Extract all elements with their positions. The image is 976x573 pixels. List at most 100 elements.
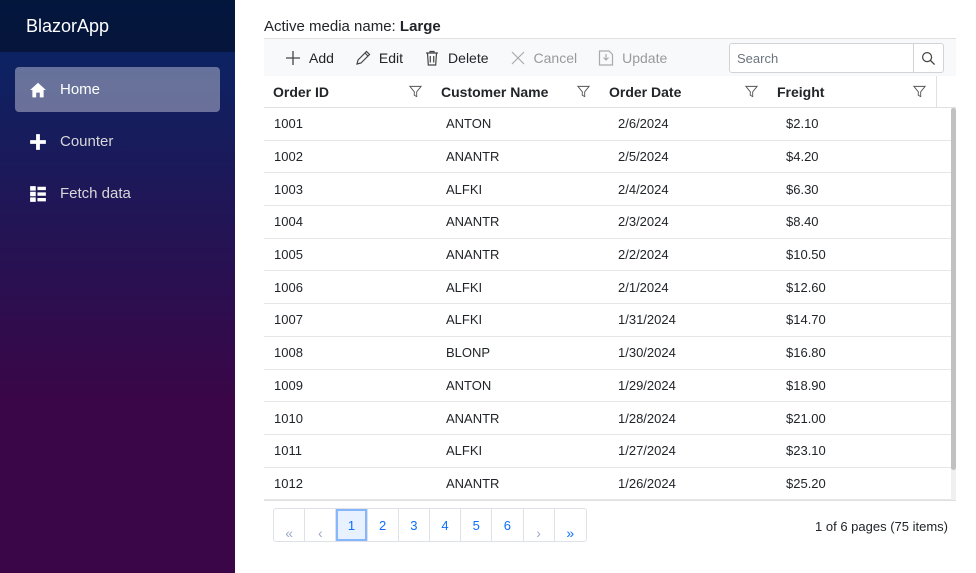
sidebar-header: BlazorApp (0, 0, 235, 52)
table-cell: 1005 (274, 247, 303, 263)
table-cell: 2/6/2024 (618, 116, 669, 132)
search-button[interactable] (913, 44, 943, 72)
page-button[interactable]: 5 (461, 509, 493, 541)
table-cell: 2/5/2024 (618, 149, 669, 165)
table-cell: 2/1/2024 (618, 279, 669, 295)
page-button[interactable]: 2 (368, 509, 399, 541)
scrollbar-thumb[interactable] (951, 108, 956, 470)
plus-icon (29, 133, 47, 151)
table-cell: 1002 (274, 149, 303, 165)
table-cell: 1011 (274, 443, 302, 459)
delete-button[interactable]: Delete (413, 39, 498, 77)
column-header-customer-name[interactable]: Customer Name (432, 76, 600, 108)
table-row[interactable]: 1001 ANTON 2/6/2024 $2.10 (264, 108, 956, 141)
table-cell: ALFKI (446, 279, 483, 295)
table-row[interactable]: 1007 ALFKI 1/31/2024 $14.70 (264, 304, 956, 337)
table-row[interactable]: 1004 ANANTR 2/3/2024 $8.40 (264, 206, 956, 239)
list-icon (29, 185, 47, 203)
table-cell: ALFKI (446, 181, 483, 197)
table-row[interactable]: 1009 ANTON 1/29/2024 $18.90 (264, 370, 956, 403)
data-grid: Add Edit Delete Cancel Update Search Ord… (264, 38, 956, 554)
table-row[interactable]: 1008 BLONP 1/30/2024 $16.80 (264, 337, 956, 370)
table-cell: $8.40 (786, 214, 819, 230)
table-cell: $12.60 (786, 279, 826, 295)
table-cell: $18.90 (786, 377, 826, 393)
sidebar-item-label: Home (60, 81, 101, 98)
table-cell: ANANTR (446, 247, 500, 263)
pager-buttons: « ‹ 1 2 3 4 5 6 › » (273, 508, 587, 542)
sidebar-item-counter[interactable]: Counter (15, 119, 220, 164)
table-cell: $2.10 (786, 116, 819, 132)
table-cell: 2/2/2024 (618, 247, 669, 263)
add-button[interactable]: Add (264, 39, 344, 77)
table-cell: 1001 (274, 116, 303, 132)
first-page-button[interactable]: « (274, 509, 306, 541)
next-page-button[interactable]: › (524, 509, 555, 541)
table-cell: 1004 (274, 214, 303, 230)
save-icon (599, 49, 614, 66)
search-input[interactable] (730, 44, 913, 72)
search-icon (921, 51, 936, 65)
filter-icon[interactable] (745, 85, 759, 99)
table-row[interactable]: 1011 ALFKI 1/27/2024 $23.10 (264, 435, 956, 468)
column-header-order-id[interactable]: Order ID (264, 76, 432, 108)
page-button[interactable]: 3 (399, 509, 430, 541)
cancel-button[interactable]: Cancel (499, 39, 588, 77)
grid-header: Order ID Customer Name Order Date Freigh… (264, 76, 956, 108)
table-cell: 1009 (274, 377, 303, 393)
update-button[interactable]: Update (587, 39, 677, 77)
table-row[interactable]: 1012 ANANTR 1/26/2024 $25.20 (264, 468, 956, 500)
table-cell: 1003 (274, 181, 303, 197)
table-cell: $21.00 (786, 410, 826, 426)
edit-button[interactable]: Edit (344, 39, 413, 77)
sidebar-item-fetch-data[interactable]: Fetch data (15, 171, 220, 216)
table-cell: 1/30/2024 (618, 345, 676, 361)
table-cell: 2/4/2024 (618, 181, 669, 197)
column-header-freight[interactable]: Freight (768, 76, 936, 108)
table-cell: $4.20 (786, 149, 819, 165)
pager-info: 1 of 6 pages (75 items) (815, 519, 948, 534)
search-box (729, 43, 944, 73)
table-cell: 1006 (274, 279, 303, 295)
edit-icon (356, 50, 371, 65)
page-button[interactable]: 1 (336, 509, 368, 541)
trash-icon (426, 50, 439, 66)
update-label: Update (622, 49, 668, 66)
table-cell: 1/26/2024 (618, 475, 676, 491)
table-cell: 1/27/2024 (618, 443, 676, 459)
table-cell: 1010 (274, 410, 303, 426)
page-button[interactable]: 4 (430, 509, 462, 541)
column-header-label: Customer Name (441, 84, 549, 100)
page-button[interactable]: 6 (492, 509, 524, 541)
brand-link[interactable]: BlazorApp (26, 16, 109, 37)
column-header-label: Freight (777, 84, 825, 100)
prev-page-button[interactable]: ‹ (305, 509, 337, 541)
table-cell: 1008 (274, 345, 303, 361)
column-header-label: Order ID (273, 84, 330, 100)
cancel-label: Cancel (533, 49, 578, 66)
filter-icon[interactable] (409, 85, 423, 99)
home-icon (29, 81, 47, 99)
table-row[interactable]: 1002 ANANTR 2/5/2024 $4.20 (264, 141, 956, 174)
nav-menu: Home Counter Fetch data (0, 52, 235, 216)
table-row[interactable]: 1006 ALFKI 2/1/2024 $12.60 (264, 271, 956, 305)
sidebar-item-home[interactable]: Home (15, 67, 220, 112)
table-row[interactable]: 1005 ANANTR 2/2/2024 $10.50 (264, 239, 956, 272)
add-icon (286, 50, 300, 65)
sidebar: BlazorApp Home Counter Fetch data (0, 0, 235, 573)
filter-icon[interactable] (913, 85, 927, 99)
sidebar-item-label: Counter (60, 133, 114, 150)
table-row[interactable]: 1010 ANANTR 1/28/2024 $21.00 (264, 402, 956, 435)
last-page-button[interactable]: » (555, 509, 586, 541)
table-cell: $25.20 (786, 475, 826, 491)
table-cell: ANTON (446, 377, 492, 393)
table-cell: 1012 (274, 475, 303, 491)
table-cell: ANANTR (446, 149, 500, 165)
column-header-order-date[interactable]: Order Date (600, 76, 768, 108)
table-cell: 1007 (274, 312, 303, 328)
app-root: BlazorApp Home Counter Fetch data Active… (0, 0, 976, 573)
table-cell: ALFKI (446, 443, 483, 459)
table-row[interactable]: 1003 ALFKI 2/4/2024 $6.30 (264, 173, 956, 207)
edit-label: Edit (378, 49, 404, 66)
filter-icon[interactable] (577, 85, 591, 99)
